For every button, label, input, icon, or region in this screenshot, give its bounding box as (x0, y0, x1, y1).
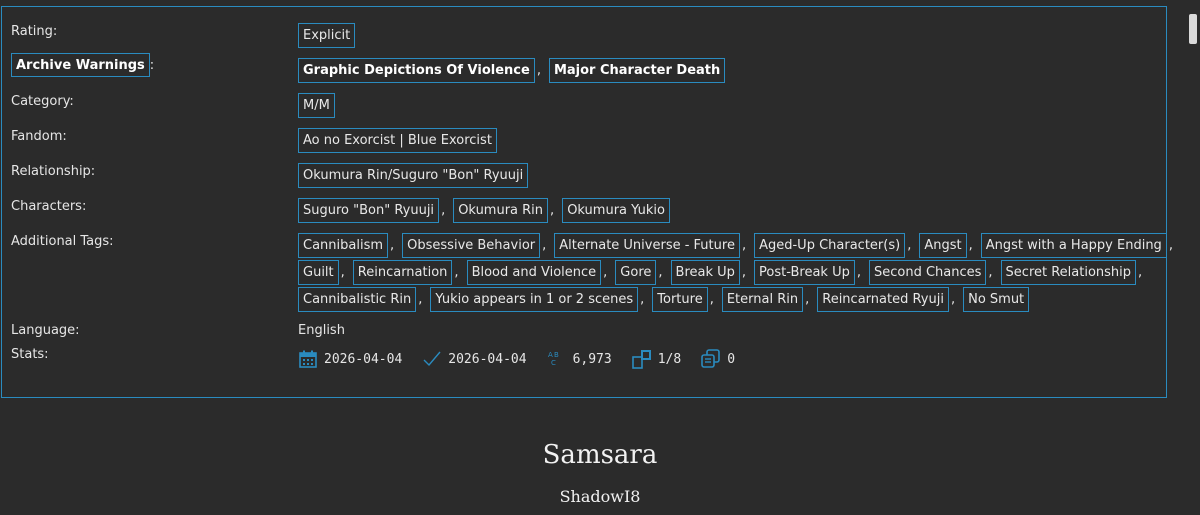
svg-text:B: B (554, 351, 559, 359)
additional-tags-label: Additional Tags: (11, 234, 114, 249)
tag-separator: , (805, 292, 810, 307)
rating-label: Rating: (11, 24, 58, 39)
freeform-tag[interactable]: Aged-Up Character(s) (754, 233, 906, 258)
tag-separator: , (856, 265, 861, 280)
tag-separator: , (441, 203, 446, 218)
warnings-label-wrap: Archive Warnings: (11, 53, 155, 77)
tag-separator: , (603, 265, 608, 280)
tag-separator: , (550, 203, 555, 218)
language-value: English (298, 323, 345, 338)
published-date: 2026-04-04 (324, 351, 403, 367)
freeform-tag[interactable]: Reincarnated Ryuji (817, 287, 949, 312)
character-tag[interactable]: Okumura Yukio (562, 198, 670, 223)
comment-count: 0 (727, 351, 736, 367)
tag-separator: , (542, 238, 547, 253)
freeform-tag[interactable]: No Smut (963, 287, 1030, 312)
tag-separator: , (968, 238, 973, 253)
character-tag[interactable]: Suguro "Bon" Ryuuji (298, 198, 440, 223)
freeform-tag[interactable]: Secret Relationship (1000, 260, 1137, 285)
chapter-count: 1/8 (657, 351, 682, 367)
tag-separator: , (454, 265, 459, 280)
tag-separator: , (741, 238, 747, 253)
stats-list: 2026-04-04 2026-04-04 A B C 6,973 1/8 0 (298, 349, 755, 369)
checkmark-icon (423, 351, 441, 367)
freeform-tag[interactable]: Reincarnation (352, 260, 453, 285)
tag-separator: , (390, 238, 395, 253)
calendar-icon (299, 350, 317, 368)
tag-separator: , (418, 292, 423, 307)
tag-separator: , (340, 265, 345, 280)
tag-separator: , (1168, 238, 1173, 253)
language-label: Language: (11, 323, 80, 338)
abc-icon: A B C (548, 351, 559, 367)
tag-separator: , (741, 265, 747, 280)
warning-tag[interactable]: Graphic Depictions Of Violence (298, 58, 535, 83)
svg-text:A: A (548, 351, 553, 359)
tag-separator: , (907, 238, 912, 253)
rating-tag[interactable]: Explicit (298, 23, 356, 48)
fandom-label: Fandom: (11, 129, 67, 144)
freeform-tag[interactable]: Break Up (670, 260, 740, 285)
relationship-label: Relationship: (11, 164, 96, 179)
tag-separator: , (640, 292, 645, 307)
tag-separator: , (988, 265, 993, 280)
word-count: 6,973 (572, 351, 612, 367)
fandom-tag[interactable]: Ao no Exorcist | Blue Exorcist (298, 128, 497, 153)
freeform-tag[interactable]: Alternate Universe - Future (554, 233, 740, 258)
tag-separator: , (1138, 265, 1143, 280)
work-meta-box: Rating: Explicit Archive Warnings: Graph… (1, 6, 1173, 398)
warnings-colon: : (149, 58, 155, 73)
category-tag[interactable]: M/M (298, 93, 335, 118)
freeform-tag[interactable]: Cannibalistic Rin (298, 287, 417, 312)
freeform-tag[interactable]: Obsessive Behavior (402, 233, 541, 258)
freeform-tag[interactable]: Blood and Violence (466, 260, 602, 285)
freeform-tag[interactable]: Yukio appears in 1 or 2 scenes (430, 287, 639, 312)
freeform-tag[interactable]: Torture (652, 287, 708, 312)
category-label: Category: (11, 94, 74, 109)
work-author[interactable]: ShadowI8 (0, 487, 1200, 506)
chapters-icon (631, 350, 651, 369)
tag-separator: , (536, 63, 541, 78)
work-title: Samsara (542, 440, 658, 470)
character-tag[interactable]: Okumura Rin (453, 198, 549, 223)
tag-separator: , (950, 292, 956, 307)
tag-separator: , (658, 265, 663, 280)
scrollbar-thumb[interactable] (1189, 14, 1197, 44)
freeform-tag[interactable]: Eternal Rin (721, 287, 804, 312)
freeform-tag[interactable]: Second Chances (868, 260, 987, 285)
freeform-tag[interactable]: Angst (919, 233, 967, 258)
characters-label: Characters: (11, 199, 87, 214)
updated-date: 2026-04-04 (448, 351, 527, 367)
freeform-tag[interactable]: Post-Break Up (754, 260, 855, 285)
warning-tag[interactable]: Major Character Death (548, 58, 726, 83)
warnings-label[interactable]: Archive Warnings (11, 53, 150, 77)
freeform-tag[interactable]: Cannibalism (298, 233, 389, 258)
relationship-tag[interactable]: Okumura Rin/Suguro "Bon" Ryuuji (298, 163, 529, 188)
freeform-tag[interactable]: Gore (615, 260, 657, 285)
page-scrollbar[interactable] (1186, 0, 1200, 515)
comments-icon (701, 349, 720, 368)
freeform-tag[interactable]: Guilt (298, 260, 339, 285)
svg-text:C: C (551, 359, 556, 367)
freeform-tag[interactable]: Angst with a Happy Ending (980, 233, 1167, 258)
stats-label: Stats: (11, 347, 49, 362)
tag-separator: , (709, 292, 714, 307)
